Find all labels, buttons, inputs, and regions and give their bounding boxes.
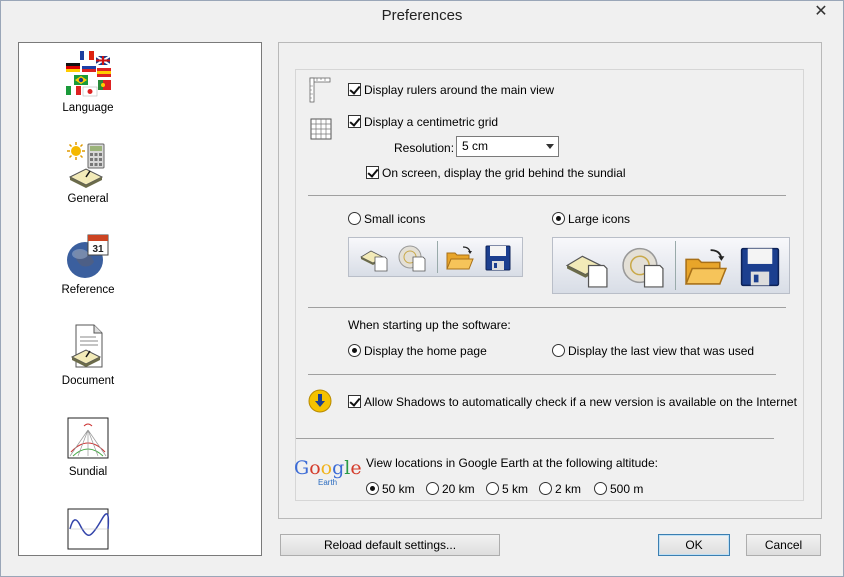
save-disk-icon	[740, 247, 780, 287]
ruler-icon	[309, 77, 331, 103]
sidebar-item-label: Reference	[61, 284, 115, 296]
large-icons-option[interactable]: Large icons	[552, 212, 630, 226]
category-sidebar[interactable]: Language General 31 Reference Document S…	[18, 42, 262, 556]
new-dial-icon	[398, 245, 426, 272]
document-icon	[70, 324, 103, 368]
grid-behind-label: On screen, display the grid behind the s…	[382, 166, 626, 180]
auto-update-label: Allow Shadows to automatically check if …	[364, 395, 797, 409]
new-dial-icon	[622, 247, 664, 288]
open-folder-icon	[684, 249, 728, 285]
google-earth-label: View locations in Google Earth at the fo…	[366, 456, 658, 470]
sidebar-item-sundial[interactable]: Sundial	[19, 414, 157, 478]
altitude-option-20km[interactable]: 20 km	[426, 482, 475, 496]
open-folder-icon	[446, 246, 474, 270]
chevron-down-icon	[546, 144, 554, 149]
sidebar-item-label: Sundial	[68, 466, 108, 478]
startup-label: When starting up the software:	[348, 318, 511, 332]
divider	[308, 374, 776, 375]
download-icon	[308, 389, 332, 413]
settings-group: Display rulers around the main view Disp…	[294, 69, 805, 501]
altitude-label: 500 m	[610, 482, 644, 496]
curve-icon	[67, 508, 110, 550]
close-icon[interactable]: ✕	[807, 2, 835, 22]
last-view-radio[interactable]	[552, 344, 565, 357]
altitude-radio[interactable]	[539, 482, 552, 495]
altitude-option-50km[interactable]: 50 km	[366, 482, 415, 496]
sidebar-item-reference[interactable]: 31 Reference	[19, 232, 157, 296]
large-icons-label: Large icons	[568, 212, 631, 226]
cancel-button[interactable]: Cancel	[746, 534, 821, 556]
sidebar-item-label: Document	[61, 375, 115, 387]
rulers-label: Display rulers around the main view	[364, 83, 555, 97]
last-view-option[interactable]: Display the last view that was used	[552, 344, 754, 358]
globe-calendar-icon: 31	[67, 234, 109, 278]
altitude-label: 2 km	[555, 482, 582, 496]
grid-icon	[310, 118, 332, 140]
grid-checkbox[interactable]	[348, 115, 361, 128]
altitude-option-2km[interactable]: 2 km	[539, 482, 581, 496]
sundial-icon	[67, 417, 109, 459]
divider	[308, 195, 786, 196]
toolbar-separator	[437, 241, 438, 273]
rulers-checkbox[interactable]	[348, 83, 361, 96]
grid-behind-option[interactable]: On screen, display the grid behind the s…	[366, 166, 626, 180]
google-earth-section: Google Earth View locations in Google Ea…	[294, 444, 805, 500]
altitude-option-500m[interactable]: 500 m	[594, 482, 643, 496]
altitude-label: 5 km	[502, 482, 529, 496]
altitude-label: 50 km	[382, 482, 415, 496]
resolution-select[interactable]: 5 cm	[456, 136, 559, 157]
grid-option[interactable]: Display a centimetric grid	[348, 115, 498, 129]
sidebar-item-language[interactable]: Language	[19, 50, 157, 114]
reload-defaults-button[interactable]: Reload default settings...	[280, 534, 500, 556]
small-icons-preview	[348, 237, 523, 277]
title-bar: Preferences ✕	[1, 1, 843, 32]
large-icons-preview	[552, 237, 790, 294]
grid-label: Display a centimetric grid	[364, 115, 499, 129]
home-page-label: Display the home page	[364, 344, 487, 358]
ok-button[interactable]: OK	[658, 534, 730, 556]
sidebar-item-label: Language	[62, 102, 114, 114]
divider	[296, 438, 774, 439]
auto-update-option[interactable]: Allow Shadows to automatically check if …	[348, 395, 797, 409]
altitude-label: 20 km	[442, 482, 475, 496]
altitude-option-5km[interactable]: 5 km	[486, 482, 528, 496]
preferences-window: Preferences ✕ Language General 31 Refere…	[0, 0, 844, 577]
home-page-option[interactable]: Display the home page	[348, 344, 487, 358]
google-earth-sub: Earth	[318, 478, 338, 487]
settings-panel: Display rulers around the main view Disp…	[278, 42, 822, 519]
sidebar-item-general[interactable]: General	[19, 141, 157, 205]
small-icons-label: Small icons	[364, 212, 426, 226]
svg-text:31: 31	[92, 244, 104, 255]
small-icons-radio[interactable]	[348, 212, 361, 225]
altitude-radio[interactable]	[426, 482, 439, 495]
home-page-radio[interactable]	[348, 344, 361, 357]
new-sundial-icon	[360, 250, 388, 272]
last-view-label: Display the last view that was used	[568, 344, 755, 358]
large-icons-radio[interactable]	[552, 212, 565, 225]
rulers-option[interactable]: Display rulers around the main view	[348, 83, 554, 97]
general-icon	[67, 142, 105, 188]
new-sundial-icon	[565, 255, 608, 288]
save-disk-icon	[485, 245, 511, 271]
auto-update-checkbox[interactable]	[348, 395, 361, 408]
small-icons-option[interactable]: Small icons	[348, 212, 425, 226]
sidebar-item-label: General	[67, 193, 109, 205]
toolbar-separator	[675, 241, 676, 290]
grid-behind-checkbox[interactable]	[366, 166, 379, 179]
sidebar-item-curve[interactable]	[19, 505, 157, 553]
divider	[308, 307, 786, 308]
window-title: Preferences	[381, 7, 463, 24]
altitude-radio[interactable]	[366, 482, 379, 495]
sidebar-item-document[interactable]: Document	[19, 323, 157, 387]
altitude-radio[interactable]	[486, 482, 499, 495]
resolution-label: Resolution:	[394, 141, 455, 155]
flags-icon	[66, 51, 111, 97]
altitude-radio[interactable]	[594, 482, 607, 495]
resolution-value: 5 cm	[462, 139, 489, 153]
